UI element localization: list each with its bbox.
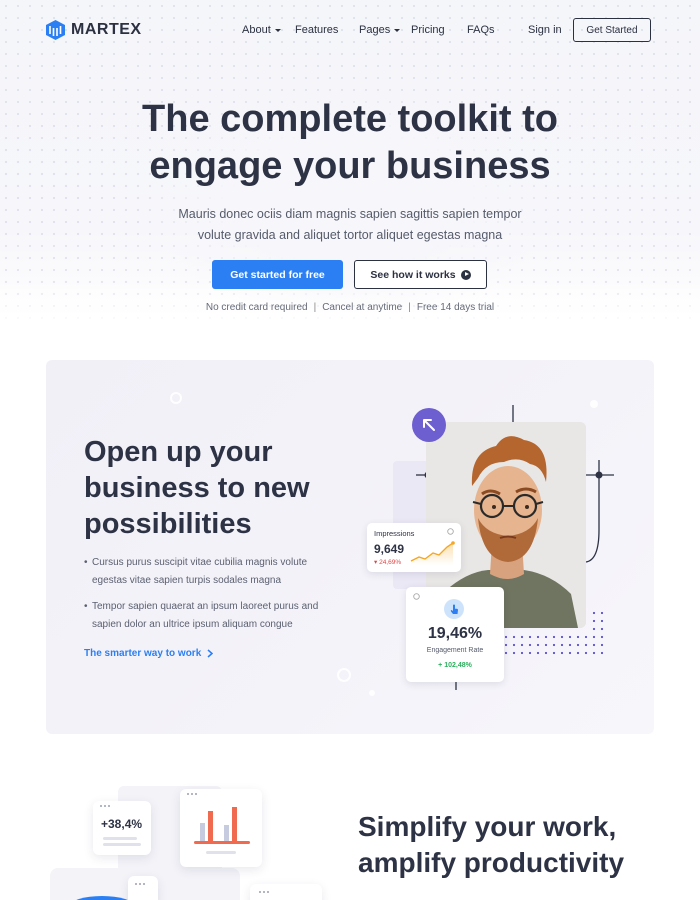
nav-item-pages[interactable]: Pages — [359, 24, 401, 36]
hero-subtitle-line: Mauris donec ociis diam magnis sapien sa… — [178, 207, 522, 221]
small-mini-card — [250, 884, 322, 900]
hero-notes: No credit card required | Cancel at anytim… — [0, 302, 700, 313]
feature-title-line: Open up your — [84, 436, 273, 468]
impressions-sparkline — [410, 541, 455, 565]
more-dots-icon — [259, 891, 269, 893]
feature-title: Open up your business to new possibiliti… — [84, 434, 354, 542]
nav-item-about[interactable]: About — [242, 24, 281, 36]
impressions-value: 9,649 — [374, 542, 405, 556]
logo-icon — [46, 20, 65, 40]
divider: | — [408, 302, 411, 313]
bar-chart-mini-card — [180, 789, 262, 867]
productivity-title-line: amplify productivity — [358, 847, 625, 878]
impressions-delta: ▾ 24,69% — [374, 559, 402, 566]
page: MARTEX About Features Pages Pricing FAQs… — [0, 0, 700, 900]
smarter-way-link[interactable]: The smarter way to work — [84, 648, 214, 659]
nav-item-features[interactable]: Features — [295, 24, 338, 36]
pointer-hand-icon — [444, 599, 464, 619]
engagement-label: Engagement Rate — [426, 647, 484, 654]
growth-mini-card: +38,4% — [93, 801, 151, 855]
hero-subtitle: Mauris donec ociis diam magnis sapien sa… — [0, 204, 700, 246]
arrow-up-left-icon — [412, 408, 446, 442]
engagement-delta: + 102,48% — [438, 662, 472, 669]
nav-item-label: About — [242, 24, 271, 36]
play-icon — [460, 269, 471, 280]
see-how-it-works-button[interactable]: See how it works — [354, 260, 487, 289]
sign-in-link[interactable]: Sign in — [528, 24, 562, 36]
note-trial: Free 14 days trial — [416, 302, 495, 313]
divider: | — [313, 302, 317, 313]
chevron-right-icon — [207, 649, 214, 658]
nav-item-pricing[interactable]: Pricing — [411, 24, 445, 36]
feature-title-line: possibilities — [84, 508, 252, 540]
feature-bullet: Tempor sapien quaerat an ipsum laoreet p… — [84, 598, 344, 633]
get-started-button[interactable]: Get Started — [573, 18, 651, 42]
top-nav: MARTEX About Features Pages Pricing FAQs… — [0, 0, 700, 60]
chevron-down-icon — [274, 29, 281, 32]
growth-value: +38,4% — [101, 817, 143, 831]
hero-title-line: engage your business — [149, 145, 551, 187]
hero-title: The complete toolkit to engage your busi… — [0, 96, 700, 190]
hero-subtitle-line: volute gravida and aliquet tortor alique… — [197, 228, 503, 242]
more-dots-icon — [135, 883, 145, 885]
engagement-value: 19,46% — [427, 625, 483, 642]
logo[interactable]: MARTEX — [46, 20, 142, 40]
feature-bullet: Cursus purus suscipit vitae cubilia magn… — [84, 554, 344, 589]
chevron-down-icon — [394, 29, 401, 32]
get-started-free-button[interactable]: Get started for free — [212, 260, 343, 289]
hero-title-line: The complete toolkit to — [142, 98, 558, 140]
nav-item-label: Features — [295, 24, 339, 36]
nav-item-label: Pricing — [411, 24, 445, 36]
pointer-icon-glyph — [450, 604, 458, 614]
placeholder-lines — [103, 837, 141, 846]
feature-title-line: business to new — [84, 472, 310, 504]
logo-text: MARTEX — [71, 21, 142, 38]
info-icon — [413, 593, 420, 600]
nav-item-label: Pages — [359, 24, 391, 36]
more-dots-icon — [100, 805, 110, 807]
more-dots-icon — [187, 793, 197, 795]
bar-chart-icon — [194, 807, 250, 854]
impressions-card: Impressions 9,649 ▾ 24,69% — [367, 523, 461, 572]
nav-item-label: FAQs — [467, 24, 495, 36]
link-label: The smarter way to work — [84, 648, 202, 659]
engagement-card: 19,46% Engagement Rate + 102,48% — [406, 587, 504, 682]
arrow-icon-glyph — [423, 419, 435, 431]
productivity-title: Simplify your work, amplify productivity — [358, 809, 678, 881]
note-no-credit-card: No credit card required — [205, 302, 308, 313]
button-label: See how it works — [370, 268, 456, 281]
small-mini-card — [128, 876, 158, 900]
productivity-title-line: Simplify your work, — [358, 811, 617, 842]
info-icon — [447, 528, 454, 535]
note-cancel: Cancel at anytime — [322, 302, 403, 313]
impressions-delta-value: 24,69% — [379, 559, 402, 566]
nav-item-faqs[interactable]: FAQs — [467, 24, 495, 36]
